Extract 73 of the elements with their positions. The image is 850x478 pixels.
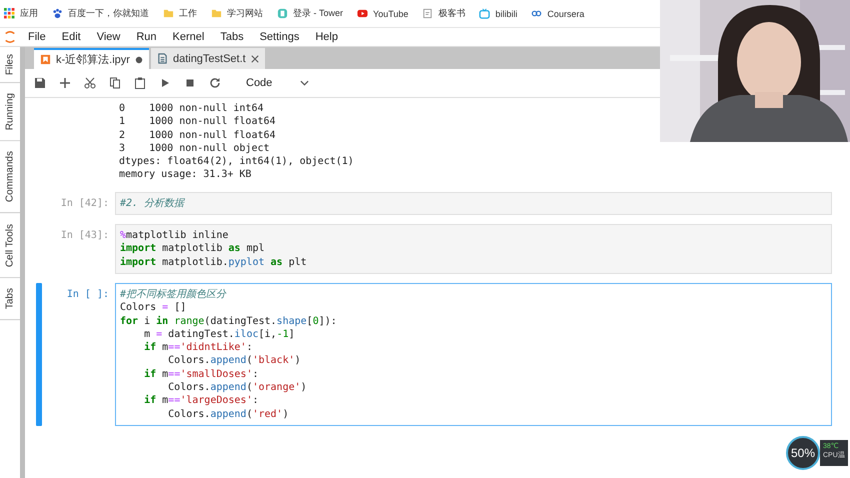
restart-icon[interactable] <box>209 77 221 89</box>
sidebar-tab[interactable]: Running <box>0 83 20 142</box>
unsaved-dot-icon <box>134 56 143 64</box>
bookmark[interactable]: 极客书 <box>422 7 466 20</box>
output-line: 1 1000 non-null float64 <box>119 115 277 129</box>
link-icon <box>531 8 542 19</box>
file-tab[interactable]: datingTestSet.t <box>150 48 265 69</box>
output-line: dtypes: float64(2), int64(1), object(1) <box>119 155 354 168</box>
code-line: if m=='smallDoses': <box>143 368 260 382</box>
jupyter-logo-icon <box>4 29 16 45</box>
bookmark[interactable]: YouTube <box>357 8 408 19</box>
code-line: %matplotlib inline <box>120 229 230 242</box>
cut-icon[interactable] <box>84 77 96 89</box>
tv-icon <box>479 8 490 19</box>
add-icon[interactable] <box>59 77 71 89</box>
run-icon[interactable] <box>159 77 171 89</box>
folder-icon <box>211 8 222 19</box>
save-icon[interactable] <box>34 77 46 89</box>
notebook-icon <box>40 54 51 65</box>
folder-icon <box>163 8 174 19</box>
cell-type-dropdown[interactable]: Code <box>242 77 314 89</box>
file-tab[interactable]: k-近邻算法.ipyr <box>34 48 149 69</box>
output-line: 2 1000 non-null float64 <box>119 128 277 142</box>
code-line: #2. 分析数据 <box>120 196 186 210</box>
page-icon <box>422 8 434 19</box>
code-line: #把不同标签用颜色区分 <box>120 288 228 302</box>
sidebar-tab[interactable]: Tabs <box>0 278 20 320</box>
code-line: if m=='didntLike': <box>143 341 254 354</box>
menu-item[interactable]: View <box>96 31 120 43</box>
stop-icon[interactable] <box>184 77 196 89</box>
bookmark[interactable]: 工作 <box>163 7 197 20</box>
menu-item[interactable]: Settings <box>260 31 300 43</box>
code-line: if m=='largeDoses': <box>143 394 260 408</box>
code-line: Colors.append('black') <box>167 354 302 368</box>
menu-item[interactable]: Run <box>136 31 157 43</box>
paw-icon <box>52 8 63 19</box>
bookmark[interactable]: 学习网站 <box>211 7 263 20</box>
output-line: 0 1000 non-null int64 <box>119 102 264 116</box>
bookmark[interactable]: Coursera <box>531 8 584 19</box>
code-line: Colors = [] <box>120 301 188 315</box>
cpu-usage-gauge: 50% <box>786 436 820 470</box>
copy-icon[interactable] <box>109 77 121 89</box>
code-line: Colors.append('red') <box>167 408 290 421</box>
code-cell[interactable]: %matplotlib inline import matplotlib as mpl import matplotlib.pyplot as plt <box>115 224 832 274</box>
code-line: for i in range(datingTest.shape[0]): <box>120 314 338 328</box>
input-prompt: In [ ]: <box>66 288 110 302</box>
input-prompt: In [42]: <box>60 196 110 211</box>
document-icon <box>156 53 168 64</box>
output-line: 3 1000 non-null object <box>119 142 271 156</box>
tower-icon <box>277 8 288 19</box>
menu-item[interactable]: Tabs <box>220 31 244 43</box>
code-line: Colors.append('orange') <box>167 381 308 394</box>
play-icon <box>357 8 368 19</box>
menu-item[interactable]: File <box>28 31 46 43</box>
apps-grid-icon <box>4 8 15 19</box>
close-icon[interactable] <box>250 54 259 62</box>
paste-icon[interactable] <box>134 77 146 89</box>
code-line: m = datingTest.iloc[i,-1] <box>143 328 296 342</box>
bookmark[interactable]: 百度一下，你就知道 <box>52 7 149 20</box>
code-line: import matplotlib as mpl <box>120 242 266 256</box>
code-line: import matplotlib.pyplot as plt <box>120 256 308 269</box>
menu-item[interactable]: Kernel <box>172 31 204 43</box>
menu-item[interactable]: Edit <box>62 31 81 43</box>
bookmark[interactable]: bilibili <box>479 8 518 19</box>
bookmark[interactable]: 应用 <box>4 7 38 20</box>
code-cell[interactable] <box>115 282 832 426</box>
menu-item[interactable]: Help <box>315 31 338 43</box>
input-prompt: In [43]: <box>60 229 110 244</box>
bookmark[interactable]: 登录 - Tower <box>277 7 344 20</box>
code-cell[interactable]: #2. 分析数据 <box>115 192 832 216</box>
caret-icon <box>300 80 310 86</box>
sidebar-tab[interactable]: Commands <box>0 141 20 214</box>
output-line: memory usage: 31.3+ KB <box>119 168 252 182</box>
